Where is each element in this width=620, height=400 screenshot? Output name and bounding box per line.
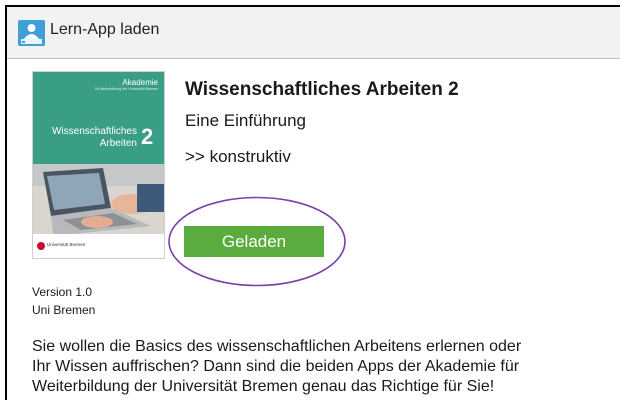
description-line: Weiterbildung der Universität Bremen gen…: [32, 378, 495, 395]
laptop-photo: [33, 164, 164, 234]
academy-logo: Akademie für Weiterbildung der Universit…: [94, 78, 158, 92]
app-publisher: >> konstruktiv: [185, 147, 291, 166]
dialog-title: Lern-App laden: [50, 21, 160, 38]
app-title: Wissenschaftliches Arbeiten 2: [185, 79, 459, 100]
university-logo-icon: [37, 242, 45, 250]
loaded-button[interactable]: Geladen: [184, 226, 324, 257]
academy-logo-subtitle: für Weiterbildung der Universität Bremen: [94, 87, 158, 91]
cover-header: Akademie für Weiterbildung der Universit…: [33, 72, 164, 164]
app-store-icon: [18, 20, 45, 46]
description-line: Sie wollen die Basics des wissenschaftli…: [32, 338, 522, 355]
cover-footer: Universität Bremen: [33, 234, 164, 258]
app-description: Sie wollen die Basics des wissenschaftli…: [32, 337, 620, 397]
cover-title: Wissenschaftliches Arbeiten: [37, 126, 137, 150]
title-bar: Lern-App laden: [7, 7, 620, 59]
install-dialog: Lern-App laden Akademie für Weiterbildun…: [5, 5, 620, 400]
cover-number: 2: [141, 124, 154, 149]
cover-title-line1: Wissenschaftliches: [51, 126, 137, 137]
app-meta: Version 1.0 Uni Bremen: [32, 283, 95, 319]
university-name: Universität Bremen: [47, 242, 86, 247]
app-developer: Uni Bremen: [32, 303, 96, 317]
app-subtitle: Eine Einführung: [185, 111, 306, 130]
app-version: Version 1.0: [32, 285, 93, 299]
description-line: Ihr Wissen auffrischen? Dann sind die be…: [32, 358, 520, 375]
app-cover-image: Akademie für Weiterbildung der Universit…: [32, 71, 165, 259]
academy-logo-name: Akademie: [122, 78, 158, 87]
cover-title-line2: Arbeiten: [99, 138, 137, 149]
install-button-area: Geladen: [167, 196, 347, 287]
